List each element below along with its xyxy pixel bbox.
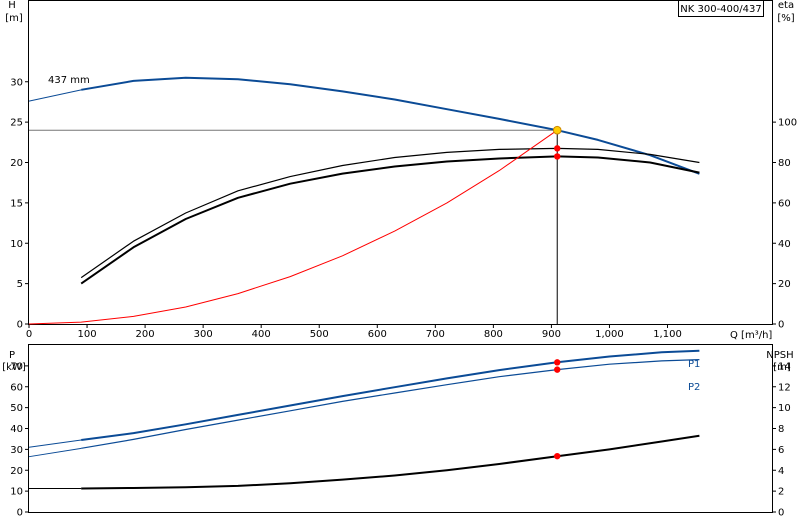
- h-axis-label: H: [8, 0, 16, 11]
- npsh-tick-label: 2: [778, 487, 784, 498]
- eta-duty-marker: [554, 153, 561, 160]
- p2-curve: [81, 359, 700, 449]
- eta-duty-marker: [554, 145, 561, 152]
- npsh-tick-label: 8: [778, 424, 784, 435]
- p-tick-label: 10: [10, 487, 23, 498]
- q-tick-label: 800: [484, 329, 503, 340]
- eta-axis-unit: [%]: [777, 13, 794, 24]
- h-axis-unit: [m]: [5, 13, 23, 24]
- npsh-axis-label: NPSH: [766, 350, 793, 361]
- q-tick-label: 500: [310, 329, 329, 340]
- q-tick-label: 900: [542, 329, 561, 340]
- npsh-duty-marker: [554, 452, 561, 460]
- p2-duty-marker: [554, 366, 561, 373]
- eta-tick-label: 0: [778, 320, 784, 331]
- p-tick-label: 40: [10, 424, 23, 435]
- q-tick-label: 700: [426, 329, 445, 340]
- top-plot-frame: [28, 0, 773, 325]
- top-series-lines: [28, 76, 700, 325]
- h-tick-label: 10: [10, 239, 23, 250]
- npsh-tick-label: 4: [778, 466, 784, 477]
- h-tick-label: 20: [10, 158, 23, 169]
- impeller-diameter-label: 437 mm: [48, 75, 90, 86]
- bottom-duty-markers: [554, 359, 561, 460]
- npsh-tick-label: 10: [778, 403, 791, 414]
- p1-duty-marker: [554, 359, 561, 366]
- q-tick-label: 0: [26, 329, 32, 340]
- qh-curve: [81, 76, 700, 175]
- eta-tick-label: 80: [778, 158, 791, 169]
- p2-label: P2: [688, 382, 700, 393]
- title-box: NK 300-400/437: [678, 0, 764, 17]
- q-tick-label: 1,100: [653, 329, 682, 340]
- q-tick-label: 100: [78, 329, 97, 340]
- q-tick-label: 600: [368, 329, 387, 340]
- npsh-tick-label: 6: [778, 445, 784, 456]
- p-tick-label: 30: [10, 445, 23, 456]
- p-tick-label: 20: [10, 466, 23, 477]
- h-tick-label: 30: [10, 77, 23, 88]
- top-axis-ticks: 0510152025300204060801000 100 200 300 400 500…: [10, 77, 797, 340]
- eta-tick-label: 20: [778, 279, 791, 290]
- qh-curve-extrapolation: [28, 89, 82, 102]
- q-axis-label: Q [m³/h]: [730, 330, 772, 341]
- p1-label: P1: [688, 359, 700, 370]
- eta-tick-label: 40: [778, 239, 791, 250]
- q-tick-label: 400: [252, 329, 271, 340]
- p-tick-label: 70: [10, 361, 23, 372]
- q-tick-label: 200: [136, 329, 155, 340]
- npsh-tick-label: 0: [778, 508, 784, 519]
- npsh-tick-label: 12: [778, 382, 791, 393]
- p-axis-label: P: [9, 350, 15, 361]
- h-tick-label: 5: [17, 279, 23, 290]
- h-tick-label: 15: [10, 198, 23, 209]
- pump-performance-chart: NK 300-400/437 H [m] eta [%] Q [m³/h] P …: [2, 0, 797, 519]
- npsh-tick-label: 14: [778, 361, 791, 372]
- chart-title: NK 300-400/437: [680, 4, 761, 15]
- p-tick-label: 60: [10, 382, 23, 393]
- bottom-series-lines: [28, 349, 700, 490]
- p-tick-label: 50: [10, 403, 23, 414]
- eta-tick-label: 100: [778, 118, 797, 129]
- q-tick-label: 1,000: [595, 329, 624, 340]
- duty-point-marker: [552, 125, 562, 135]
- q-tick-label: 300: [194, 329, 213, 340]
- p2-curve-extrapolation: [28, 447, 82, 458]
- h-tick-label: 0: [17, 320, 23, 331]
- p1-curve-extrapolation: [28, 439, 82, 448]
- p-tick-label: 0: [17, 508, 23, 519]
- npsh-curve: [81, 434, 700, 490]
- eta-tick-label: 60: [778, 198, 791, 209]
- h-tick-label: 25: [10, 118, 23, 129]
- eta-axis-label: eta: [778, 0, 794, 11]
